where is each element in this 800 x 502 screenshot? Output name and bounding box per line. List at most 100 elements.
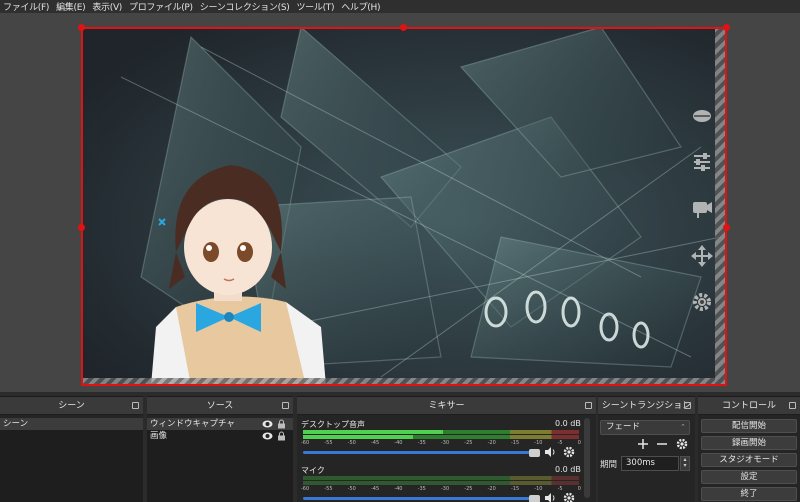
duration-input[interactable]: 300ms [621,456,679,471]
meter-scale-label: -40 [394,440,403,446]
scenes-title-label: シーン [58,401,85,411]
visibility-eye-icon[interactable] [262,419,273,429]
volume-slider-track[interactable] [303,451,537,454]
gear-icon [693,293,711,311]
duration-label: 期間 [600,460,618,470]
meter-scale-label: -30 [440,440,450,446]
menu-tools[interactable]: ツール(T) [293,0,338,13]
menu-bar: ファイル(F) 編集(E) 表示(V) プロファイル(P) シーンコレクション(… [0,0,800,13]
mixer-scrollbar[interactable] [584,418,590,498]
gear-icon[interactable] [563,446,575,458]
chevron-updown-icon: ⌃ [680,423,686,431]
source-item-image[interactable]: 画像 [147,430,293,442]
transition-select-value: フェード [606,422,641,432]
mixer-body: デスクトップ音声 0.0 dB -60 -55 -50 -45 -40 -35 -30 -25… [297,416,596,502]
speaker-icon[interactable] [544,492,556,502]
float-dock-icon[interactable] [684,402,691,409]
sources-title-label: ソース [206,401,234,411]
audio-meter-level [303,430,443,434]
preview-canvas[interactable] [81,27,727,386]
settings-button[interactable]: 設定 [701,470,797,484]
source-item-label: 画像 [150,431,168,441]
meter-scale-label: -30 [440,486,450,492]
resize-handle-right[interactable] [723,224,730,231]
gear-icon[interactable] [563,492,575,502]
volume-slider-track[interactable] [303,497,537,500]
preview-area[interactable] [0,13,800,392]
meter-scale-label: -10 [534,440,543,446]
float-dock-icon[interactable] [585,402,592,409]
meter-scale-label: -20 [487,486,496,492]
meter-scale-label: -60 [301,440,310,446]
start-recording-button[interactable]: 録画開始 [701,436,797,450]
meter-scale-label: -15 [510,486,520,492]
meter-scale-label: -60 [301,486,310,492]
meter-scale-label: -50 [347,440,356,446]
audio-meter-level [303,435,413,439]
meter-scale-label: -35 [417,486,426,492]
meter-scale-label: -20 [487,440,496,446]
source-item-window-capture[interactable]: ウィンドウキャプチャ [147,418,293,430]
resize-handle-top[interactable] [400,24,407,31]
menu-view[interactable]: 表示(V) [89,0,126,13]
exit-button[interactable]: 終了 [701,487,797,501]
move-icon [691,245,713,267]
meter-scale-label: 0 [577,486,581,492]
lock-icon[interactable] [276,431,287,441]
gear-icon[interactable] [676,438,688,450]
mixer-dock-title: ミキサー [297,397,596,415]
bounds-hatch-right [715,27,726,386]
menu-file[interactable]: ファイル(F) [0,0,53,13]
volume-slider-knob[interactable] [529,495,540,502]
mouth-icon [693,110,711,122]
resize-handle-left[interactable] [78,224,85,231]
meter-scale-label: -35 [417,440,426,446]
duration-value: 300ms [626,458,655,468]
remove-icon[interactable] [656,438,668,450]
start-streaming-button[interactable]: 配信開始 [701,419,797,433]
volume-slider-knob[interactable] [529,449,540,457]
meter-scale-label: -25 [464,440,473,446]
visibility-eye-icon[interactable] [262,431,273,441]
mixer-dock: ミキサー デスクトップ音声 0.0 dB -60 -55 -50 -45 -40 -35-… [297,396,596,502]
sources-list[interactable]: ウィンドウキャプチャ 画像 [147,418,293,502]
sources-dock: ソース ウィンドウキャプチャ 画像 [147,396,293,502]
speaker-icon[interactable] [544,446,556,458]
duration-stepper[interactable]: ▴ ▾ [680,456,690,471]
controls-title-label: コントロール [721,401,776,411]
add-icon[interactable] [637,438,649,450]
menu-edit[interactable]: 編集(E) [53,0,89,13]
source-item-label: ウィンドウキャプチャ [150,419,235,429]
resize-handle-top-right[interactable] [723,24,730,31]
meter-scale-label: -5 [557,486,563,492]
lock-icon[interactable] [276,419,287,429]
float-dock-icon[interactable] [789,402,796,409]
scene-item[interactable]: シーン [0,418,143,430]
meter-scale-label: -55 [324,440,333,446]
controls-dock: コントロール 配信開始 録画開始 スタジオモード 設定 終了 [698,396,800,502]
channel-db-desktop-audio: 0.0 dB [555,419,581,428]
meter-scale: -60 -55 -50 -45 -40 -35 -30 -25 -20 -15 -10 -5 0 [301,486,581,492]
meter-scale-label: -15 [510,440,520,446]
audio-meter [303,476,579,480]
scenes-dock-title: シーン [0,397,143,415]
transitions-dock: シーントランジション フェード ⌃ 期間 300ms ▴ ▾ [598,396,695,502]
sliders-icon [694,153,710,171]
resize-handle-top-left[interactable] [78,24,85,31]
transition-select[interactable]: フェード ⌃ [600,420,690,435]
mixer-title-label: ミキサー [428,401,465,411]
float-dock-icon[interactable] [132,402,139,409]
scene-item-label: シーン [3,419,29,429]
transitions-title-label: シーントランジション [601,401,692,411]
scenes-list[interactable]: シーン [0,418,143,502]
menu-profile[interactable]: プロファイル(P) [126,0,197,13]
channel-name-desktop-audio: デスクトップ音声 [301,420,365,429]
menu-scene-collection[interactable]: シーンコレクション(S) [197,0,294,13]
menu-help[interactable]: ヘルプ(H) [338,0,384,13]
controls-dock-title: コントロール [698,397,800,415]
meter-scale-label: 0 [577,440,581,446]
meter-scale-label: -25 [464,486,473,492]
studio-mode-button[interactable]: スタジオモード [701,453,797,467]
float-dock-icon[interactable] [282,402,289,409]
scenes-dock: シーン シーン [0,396,143,502]
